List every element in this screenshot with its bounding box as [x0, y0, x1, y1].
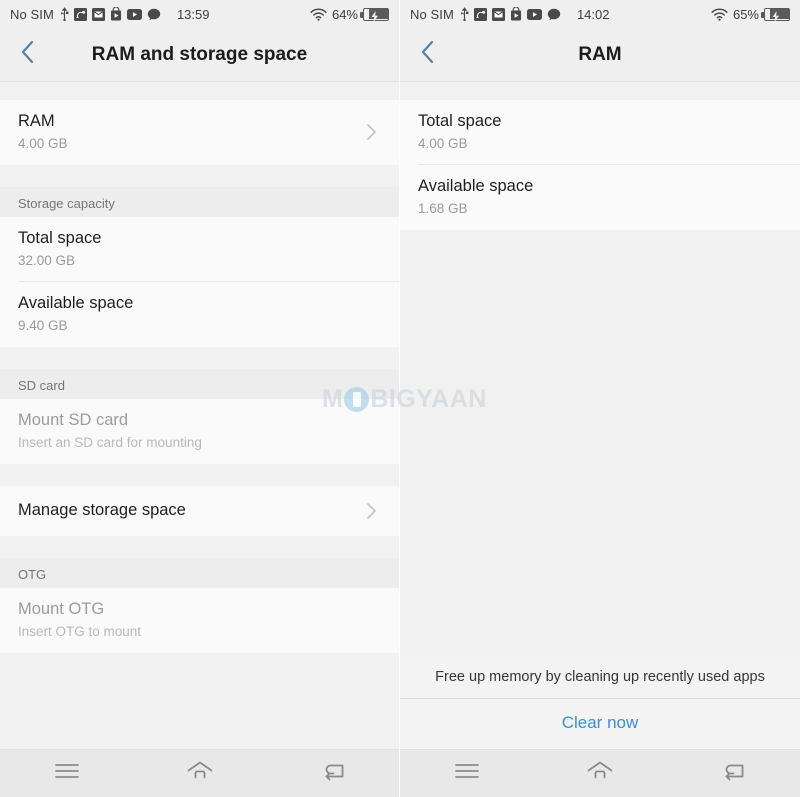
list-item-available-space[interactable]: Available space 9.40 GB	[0, 282, 399, 347]
list-item-title: Mount OTG	[18, 600, 105, 618]
list-item-title: Total space	[418, 112, 502, 130]
back-chevron-icon	[420, 40, 435, 69]
list-bottom-spacer	[400, 230, 800, 657]
page-title: RAM	[578, 43, 622, 65]
section-gap-otg	[0, 536, 399, 558]
status-time: 13:59	[176, 6, 210, 22]
home-icon	[187, 761, 213, 786]
screen-cast-icon	[473, 7, 487, 21]
list-item-title: Available space	[18, 294, 134, 312]
list-item-title: Total space	[18, 229, 102, 247]
back-icon	[321, 761, 345, 786]
status-right-group: 65%	[711, 7, 790, 22]
list-item-mount-otg: Mount OTG Insert OTG to mount	[0, 588, 399, 653]
email-icon	[91, 7, 105, 21]
wifi-icon	[711, 8, 728, 21]
list-item-subtitle: Insert an SD card for mounting	[18, 435, 202, 450]
section-gap-manage	[0, 464, 399, 486]
list-item-total-space[interactable]: Total space 32.00 GB	[0, 217, 399, 282]
list-top-gap	[0, 82, 399, 100]
nav-home-button[interactable]	[565, 750, 635, 797]
list-bottom-spacer	[0, 653, 399, 749]
clear-now-button[interactable]: Clear now	[400, 699, 800, 749]
usb-icon	[60, 7, 69, 21]
list-item-available-space[interactable]: Available space 1.68 GB	[400, 165, 800, 230]
list-top-gap	[400, 82, 800, 100]
settings-list: RAM 4.00 GB Storage capacity Total space…	[0, 82, 399, 749]
status-bar: No SIM	[400, 0, 800, 28]
list-item-title: RAM	[18, 112, 55, 130]
chevron-right-icon	[366, 123, 377, 141]
list-item-subtitle: 4.00 GB	[418, 136, 468, 151]
app-bar: RAM	[400, 28, 800, 82]
dual-screenshot-container: No SIM 13:59 64% RAM and storage space R…	[0, 0, 800, 797]
back-button[interactable]	[400, 28, 454, 82]
free-memory-hint: Free up memory by cleaning up recently u…	[400, 657, 800, 699]
system-nav-bar	[400, 749, 800, 797]
status-icon-group	[460, 7, 561, 21]
chat-bubble-icon	[147, 8, 161, 21]
right-phone-screen: No SIM 14:02 65% RAM Total space 4.00 GB…	[400, 0, 800, 797]
section-gap-sdcard	[0, 347, 399, 369]
battery-charging-icon	[761, 7, 790, 22]
email-icon	[491, 7, 505, 21]
list-item-subtitle: 4.00 GB	[18, 136, 68, 151]
wifi-icon	[310, 8, 327, 21]
left-phone-screen: No SIM 13:59 64% RAM and storage space R…	[0, 0, 486, 797]
ram-detail-list: Total space 4.00 GB Available space 1.68…	[400, 82, 800, 749]
list-item-subtitle: 9.40 GB	[18, 318, 68, 333]
battery-percent-label: 65%	[732, 6, 759, 22]
back-chevron-icon	[20, 40, 35, 69]
carrier-label: No SIM	[410, 6, 454, 22]
menu-icon	[54, 763, 79, 784]
status-bar: No SIM	[0, 0, 399, 28]
list-item-ram[interactable]: RAM 4.00 GB	[0, 100, 399, 165]
youtube-play-icon	[526, 8, 542, 20]
youtube-play-icon	[126, 8, 142, 20]
nav-back-button[interactable]	[298, 750, 368, 797]
list-item-manage-storage-space[interactable]: Manage storage space	[0, 486, 399, 536]
section-header-sd-card: SD card	[0, 369, 399, 399]
menu-icon	[454, 763, 479, 784]
carrier-label: No SIM	[10, 6, 54, 22]
nav-home-button[interactable]	[165, 750, 235, 797]
chat-bubble-icon	[547, 8, 561, 21]
screen-cast-icon	[73, 7, 87, 21]
back-button[interactable]	[0, 28, 54, 82]
status-right-group: 64%	[310, 7, 389, 22]
list-item-total-space[interactable]: Total space 4.00 GB	[400, 100, 800, 165]
list-item-subtitle: 32.00 GB	[18, 253, 76, 268]
home-icon	[587, 761, 613, 786]
list-item-title: Available space	[418, 177, 534, 195]
battery-percent-label: 64%	[331, 6, 358, 22]
usb-icon	[460, 7, 469, 21]
list-item-subtitle: Insert OTG to mount	[18, 624, 142, 639]
system-nav-bar	[0, 749, 399, 797]
section-gap-storage	[0, 165, 399, 187]
play-store-bag-icon	[110, 7, 122, 21]
page-title: RAM and storage space	[91, 43, 308, 65]
section-header-storage-capacity: Storage capacity	[0, 187, 399, 217]
list-item-mount-sd-card: Mount SD card Insert an SD card for moun…	[0, 399, 399, 464]
list-item-title: Manage storage space	[18, 501, 186, 519]
app-bar: RAM and storage space	[0, 28, 399, 82]
status-time: 14:02	[576, 6, 610, 22]
list-item-subtitle: 1.68 GB	[418, 201, 468, 216]
nav-menu-button[interactable]	[32, 750, 102, 797]
back-icon	[721, 761, 745, 786]
battery-charging-icon	[360, 7, 389, 22]
nav-back-button[interactable]	[698, 750, 768, 797]
play-store-bag-icon	[510, 7, 522, 21]
list-item-title: Mount SD card	[18, 411, 129, 429]
nav-menu-button[interactable]	[432, 750, 502, 797]
status-icon-group	[60, 7, 161, 21]
chevron-right-icon	[366, 502, 377, 520]
section-header-otg: OTG	[0, 558, 399, 588]
